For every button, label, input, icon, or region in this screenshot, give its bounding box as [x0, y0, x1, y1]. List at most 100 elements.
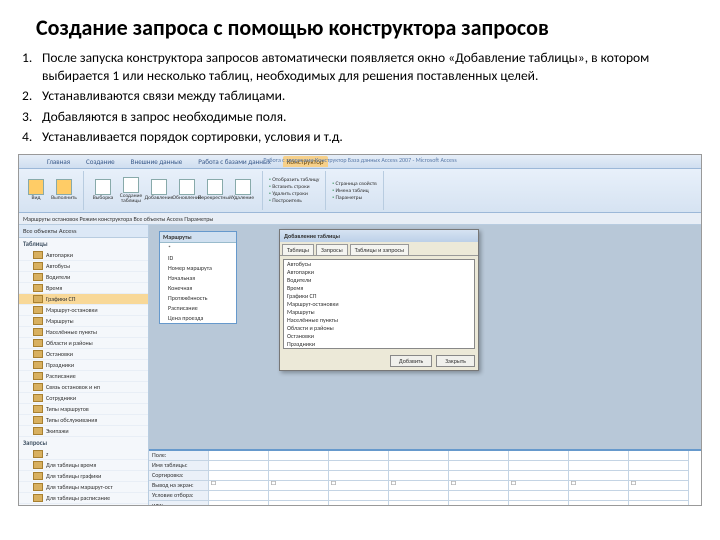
- dialog-list-item[interactable]: Время: [284, 284, 474, 292]
- qbe-grid[interactable]: Поле:Имя таблицы:Сортировка:Вывод на экр…: [149, 449, 701, 506]
- ribbon-small-button[interactable]: Удалить строки: [269, 191, 319, 197]
- instruction-list: 1.После запуска конструктора запросов ав…: [22, 49, 702, 146]
- nav-table-item[interactable]: Автопарки: [19, 250, 148, 261]
- dialog-list-item[interactable]: Водители: [284, 276, 474, 284]
- nav-query-item[interactable]: Для таблицы маршрут-ост: [19, 482, 148, 493]
- dialog-list-item[interactable]: Автобусы: [284, 260, 474, 268]
- ribbon-button[interactable]: Создание таблицы: [118, 172, 144, 210]
- nav-table-item[interactable]: Расписание: [19, 371, 148, 382]
- nav-query-item[interactable]: Количество маршрутов по нп: [19, 504, 148, 506]
- dialog-tab[interactable]: Таблицы и запросы: [350, 244, 409, 255]
- grid-column[interactable]: ☐: [209, 451, 269, 506]
- nav-table-item[interactable]: Остановки: [19, 349, 148, 360]
- ribbon-small-button[interactable]: Параметры: [332, 195, 376, 201]
- nav-table-item[interactable]: Области и районы: [19, 338, 148, 349]
- nav-table-item[interactable]: Связь остановок и нп: [19, 382, 148, 393]
- nav-table-item[interactable]: Праздники: [19, 360, 148, 371]
- nav-table-item[interactable]: Маршрут-остановки: [19, 305, 148, 316]
- options-bar: Маршруты остановок Режим конструктора Вс…: [19, 213, 701, 225]
- add-table-dialog[interactable]: Добавление таблицы ТаблицыЗапросыТаблицы…: [279, 229, 479, 371]
- ribbon-button[interactable]: Обновление: [174, 172, 200, 210]
- nav-table-item[interactable]: Типы маршрутов: [19, 404, 148, 415]
- grid-column[interactable]: ☐: [569, 451, 629, 506]
- grid-row-label: Условие отбора:: [149, 491, 208, 501]
- list-item: 4.Устанавливается порядок сортировки, ус…: [22, 128, 702, 146]
- close-button[interactable]: Закрыть: [436, 355, 475, 367]
- nav-table-item[interactable]: Маршруты: [19, 316, 148, 327]
- dialog-title: Добавление таблицы: [280, 230, 478, 242]
- ribbon-small-button[interactable]: Отобразить таблицу: [269, 177, 319, 183]
- dialog-tabs[interactable]: ТаблицыЗапросыТаблицы и запросы: [280, 242, 478, 256]
- nav-table-item[interactable]: Типы обслуживания: [19, 415, 148, 426]
- nav-query-item[interactable]: Для таблицы графики: [19, 471, 148, 482]
- dialog-list-item[interactable]: Маршруты: [284, 308, 474, 316]
- nav-table-item[interactable]: Населённые пункты: [19, 327, 148, 338]
- nav-table-item[interactable]: Сотрудники: [19, 393, 148, 404]
- ribbon-button[interactable]: Удаление: [230, 172, 256, 210]
- grid-row-label: Имя таблицы:: [149, 461, 208, 471]
- table-field-list[interactable]: Маршруты *IDНомер маршрутаНачальнаяКонеч…: [159, 231, 237, 324]
- nav-table-item[interactable]: Автобусы: [19, 261, 148, 272]
- ribbon-button[interactable]: Перекрестный: [202, 172, 228, 210]
- nav-section-queries: Запросы: [19, 437, 148, 449]
- ribbon-small-button[interactable]: Вставить строки: [269, 184, 319, 190]
- nav-section-tables: Таблицы: [19, 238, 148, 250]
- nav-query-item[interactable]: Для таблицы время: [19, 460, 148, 471]
- dialog-list-item[interactable]: Расписание: [284, 348, 474, 349]
- dialog-list-item[interactable]: Графики СП: [284, 292, 474, 300]
- query-canvas: Маршруты *IDНомер маршрутаНачальнаяКонеч…: [149, 225, 701, 506]
- field-item[interactable]: Протяжённость: [160, 293, 236, 303]
- window-title: Работа с запросами Конструктор База данн…: [263, 156, 456, 164]
- dialog-tab[interactable]: Запросы: [316, 244, 348, 255]
- field-item[interactable]: ID: [160, 253, 236, 263]
- dialog-list-item[interactable]: Автопарки: [284, 268, 474, 276]
- dialog-list-item[interactable]: Остановки: [284, 332, 474, 340]
- grid-row-label: или:: [149, 501, 208, 506]
- nav-query-item[interactable]: z: [19, 449, 148, 460]
- nav-query-item[interactable]: Для таблицы расписание: [19, 493, 148, 504]
- grid-row-label: Сортировка:: [149, 471, 208, 481]
- dialog-list-item[interactable]: Области и районы: [284, 324, 474, 332]
- grid-column[interactable]: ☐: [269, 451, 329, 506]
- field-item[interactable]: *: [160, 243, 236, 253]
- grid-column[interactable]: ☐: [509, 451, 569, 506]
- list-item: 3.Добавляются в запрос необходимые поля.: [22, 108, 702, 126]
- ribbon-button[interactable]: Вид: [23, 172, 49, 210]
- grid-column[interactable]: ☐: [449, 451, 509, 506]
- nav-table-item[interactable]: Экипажи: [19, 426, 148, 437]
- dialog-table-list[interactable]: АвтобусыАвтопаркиВодителиВремяГрафики СП…: [283, 259, 475, 349]
- ribbon-tab[interactable]: Создание: [82, 156, 119, 167]
- ribbon: ВидВыполнить ВыборкаСоздание таблицыДоба…: [19, 169, 701, 213]
- dialog-list-item[interactable]: Населённые пункты: [284, 316, 474, 324]
- table-box-title: Маршруты: [160, 232, 236, 243]
- ribbon-button[interactable]: Добавление: [146, 172, 172, 210]
- field-item[interactable]: Конечная: [160, 283, 236, 293]
- ribbon-tab[interactable]: Внешние данные: [127, 156, 187, 167]
- nav-table-item[interactable]: Время: [19, 283, 148, 294]
- nav-table-item[interactable]: Водители: [19, 272, 148, 283]
- grid-column[interactable]: ☐: [389, 451, 449, 506]
- field-item[interactable]: Расписание: [160, 303, 236, 313]
- ribbon-button[interactable]: Выполнить: [51, 172, 77, 210]
- grid-row-label: Поле:: [149, 451, 208, 461]
- field-item[interactable]: Номер маршрута: [160, 263, 236, 273]
- field-item[interactable]: Начальная: [160, 273, 236, 283]
- field-item[interactable]: Цена проезда: [160, 313, 236, 323]
- access-screenshot: Работа с запросами Конструктор База данн…: [18, 154, 702, 506]
- dialog-list-item[interactable]: Маршрут-остановки: [284, 300, 474, 308]
- grid-row-label: Вывод на экран:: [149, 481, 208, 491]
- navigation-pane[interactable]: Все объекты Access Таблицы АвтопаркиАвто…: [19, 225, 149, 506]
- ribbon-small-button[interactable]: Построитель: [269, 198, 319, 204]
- list-item: 1.После запуска конструктора запросов ав…: [22, 49, 702, 85]
- grid-column[interactable]: ☐: [629, 451, 689, 506]
- ribbon-small-button[interactable]: Имена таблиц: [332, 188, 376, 194]
- dialog-list-item[interactable]: Праздники: [284, 340, 474, 348]
- grid-column[interactable]: ☐: [329, 451, 389, 506]
- ribbon-button[interactable]: Выборка: [90, 172, 116, 210]
- add-button[interactable]: Добавить: [390, 355, 432, 367]
- nav-table-item[interactable]: Графики СП: [19, 294, 148, 305]
- dialog-tab[interactable]: Таблицы: [282, 244, 314, 255]
- ribbon-tab[interactable]: Главная: [43, 156, 74, 167]
- nav-header[interactable]: Все объекты Access: [19, 225, 148, 238]
- ribbon-small-button[interactable]: Страница свойств: [332, 181, 376, 187]
